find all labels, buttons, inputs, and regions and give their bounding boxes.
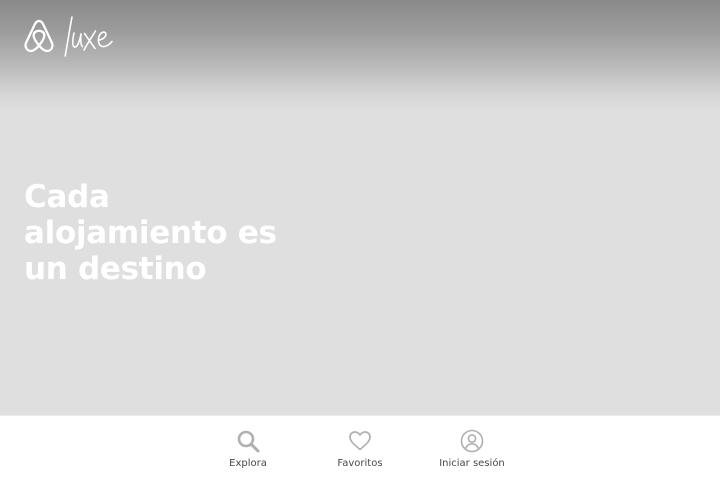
- tab-favorites[interactable]: Favoritos: [305, 416, 415, 480]
- tab-login[interactable]: Iniciar sesión: [417, 416, 527, 480]
- user-circle-icon: [460, 429, 484, 453]
- airbnb-luxe-logo[interactable]: [22, 15, 118, 61]
- tab-favorites-label: Favoritos: [337, 458, 383, 469]
- tab-explore[interactable]: Explora: [193, 416, 303, 480]
- hero-headline: Cada alojamiento es un destino: [24, 179, 324, 287]
- page: Cada alojamiento es un destino Explora F…: [0, 0, 720, 480]
- tab-login-label: Iniciar sesión: [439, 458, 505, 469]
- hero-headline-line: Cada: [24, 179, 110, 215]
- search-icon: [237, 430, 260, 453]
- heart-icon: [349, 431, 371, 451]
- hero-headline-line: un destino: [24, 251, 207, 287]
- bottom-tab-bar: Explora Favoritos Iniciar sesión: [0, 415, 720, 480]
- hero-banner: Cada alojamiento es un destino: [0, 0, 720, 415]
- tab-explore-label: Explora: [229, 458, 267, 469]
- hero-headline-line: alojamiento es: [24, 215, 277, 251]
